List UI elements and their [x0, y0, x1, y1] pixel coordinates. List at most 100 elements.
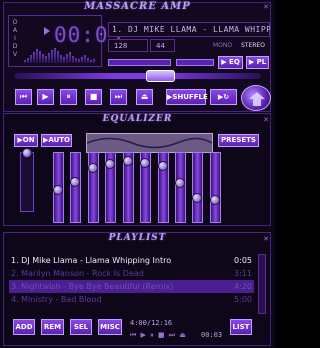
visualizer-bar [54, 48, 56, 63]
next-button[interactable]: ⏭ [110, 89, 127, 105]
play-button[interactable]: ▶ [37, 89, 54, 105]
clutter-o[interactable]: O [11, 19, 19, 27]
track-title: 1. DJ Mike Llama - Llama Whipping Intro [11, 256, 172, 265]
eq-curve-display [86, 133, 213, 153]
previous-button[interactable]: ⏮ [15, 89, 32, 105]
massacre-logo-icon[interactable] [241, 85, 271, 111]
visualizer-bar [66, 54, 68, 63]
track-title: 3. Nightwish - Bye Bye Beautiful (Remix) [11, 282, 174, 291]
shuffle-button[interactable]: ▶SHUFFLE [166, 89, 208, 105]
clutter-a[interactable]: A [11, 27, 19, 35]
visualizer-bar [84, 55, 86, 63]
visualizer-bar [30, 55, 32, 63]
eq-auto-label: AUTO [48, 136, 70, 144]
clutter-bar[interactable]: O A I D V [11, 19, 19, 59]
clutter-v[interactable]: V [11, 51, 19, 59]
playlist-tracks[interactable]: 1. DJ Mike Llama - Llama Whipping Intro … [9, 254, 254, 306]
equalizer-title[interactable]: EQUALIZER [0, 114, 275, 124]
playlist-title[interactable]: PLAYLIST [0, 233, 275, 243]
clutter-d[interactable]: D [11, 43, 19, 51]
track-title: 2. Marilyn Manson - Rock Is Dead [11, 269, 144, 278]
visualizer[interactable] [24, 47, 96, 63]
preamp-slider[interactable] [20, 152, 34, 212]
misc-button[interactable]: MISC [98, 319, 122, 335]
seek-bar-knob[interactable] [146, 70, 175, 82]
seek-bar[interactable] [14, 73, 261, 79]
eq-knob-12k[interactable] [175, 178, 185, 188]
kbps-value: 128 [114, 42, 128, 50]
eq-knob-1k[interactable] [123, 156, 133, 166]
visualizer-bar [45, 56, 47, 63]
playlist-item-selected[interactable]: 3. Nightwish - Bye Bye Beautiful (Remix)… [9, 280, 254, 293]
eq-band-16k[interactable] [210, 152, 221, 223]
visualizer-bar [87, 58, 89, 63]
visualizer-bar [24, 60, 26, 63]
eq-toggle-label: EQ [229, 58, 240, 66]
eq-knob-16k[interactable] [210, 195, 220, 205]
visualizer-bar [39, 51, 41, 63]
add-button[interactable]: ADD [13, 319, 35, 335]
stop-button[interactable]: ■ [85, 89, 102, 105]
eq-knob-600[interactable] [105, 159, 115, 169]
visualizer-bar [48, 53, 50, 63]
eq-toggle-button[interactable]: ▶ EQ [218, 56, 243, 69]
pl-toggle-button[interactable]: ▶ PL [246, 56, 269, 69]
main-title[interactable]: MASSACRE AMP [0, 1, 275, 12]
visualizer-bar [51, 50, 53, 63]
song-title-ticker[interactable]: 1. DJ MIKE LLAMA - LLAMA WHIPPING INTRO [112, 25, 270, 36]
eq-knob-170[interactable] [70, 177, 80, 187]
winamp-skin: ✕ MASSACRE AMP O A I D V 00:03 1. DJ MIK… [0, 0, 275, 348]
visualizer-bar [72, 56, 74, 63]
pl-toggle-label: PL [256, 58, 267, 66]
stereo-indicator: STEREO [241, 42, 265, 49]
shuffle-label: SHUFFLE [172, 93, 208, 101]
list-button[interactable]: LIST [230, 319, 252, 335]
visualizer-bar [93, 59, 95, 63]
pause-button[interactable]: ⏸ [60, 89, 77, 105]
repeat-button[interactable]: ▶↻ [210, 89, 237, 105]
visualizer-bar [90, 60, 92, 63]
eq-band-14k[interactable] [192, 152, 203, 223]
track-duration: 4:20 [234, 282, 252, 291]
equalizer-window [3, 113, 271, 226]
presets-button[interactable]: PRESETS [218, 134, 259, 147]
eq-knob-6k[interactable] [158, 161, 168, 171]
playlist-item[interactable]: 2. Marilyn Manson - Rock Is Dead 3:11 [9, 267, 254, 280]
khz-value: 44 [156, 42, 165, 50]
playlist-counter: 00:03 [201, 331, 223, 339]
track-duration: 0:05 [234, 256, 252, 265]
mono-indicator: MONO [213, 42, 233, 49]
eq-band-170[interactable] [70, 152, 81, 223]
track-duration: 3:11 [234, 269, 252, 278]
visualizer-bar [63, 57, 65, 63]
playlist-item[interactable]: 4. Ministry - Bad Blood 5:00 [9, 293, 254, 306]
visualizer-bar [42, 54, 44, 63]
visualizer-bar [81, 57, 83, 63]
playlist-scrollbar[interactable] [258, 254, 266, 314]
visualizer-bar [75, 58, 77, 63]
visualizer-bar [27, 58, 29, 63]
eq-knob-14k[interactable] [192, 193, 202, 203]
visualizer-bar [33, 52, 35, 63]
balance-slider[interactable] [176, 59, 214, 66]
eq-knob-3k[interactable] [140, 158, 150, 168]
eq-auto-button[interactable]: ▶AUTO [41, 134, 72, 147]
visualizer-bar [69, 52, 71, 63]
select-button[interactable]: SEL [70, 319, 92, 335]
playlist-time-display: 4:00/12:16 [130, 319, 173, 327]
visualizer-bar [36, 49, 38, 63]
eq-knob-60[interactable] [53, 185, 63, 195]
eq-knob-310[interactable] [88, 163, 98, 173]
visualizer-bar [60, 55, 62, 63]
preamp-knob[interactable] [22, 148, 32, 158]
eject-button[interactable]: ⏏ [136, 89, 153, 105]
remove-button[interactable]: REM [41, 319, 64, 335]
playlist-mini-controls[interactable]: ⏮ ▶ ⏸ ■ ⏭ ⏏ [130, 331, 187, 340]
eq-on-button[interactable]: ▶ON [14, 134, 38, 147]
volume-slider[interactable] [108, 59, 171, 66]
visualizer-bar [57, 51, 59, 63]
track-duration: 5:00 [234, 295, 252, 304]
clutter-i[interactable]: I [11, 35, 19, 43]
track-title: 4. Ministry - Bad Blood [11, 295, 102, 304]
playlist-item[interactable]: 1. DJ Mike Llama - Llama Whipping Intro … [9, 254, 254, 267]
